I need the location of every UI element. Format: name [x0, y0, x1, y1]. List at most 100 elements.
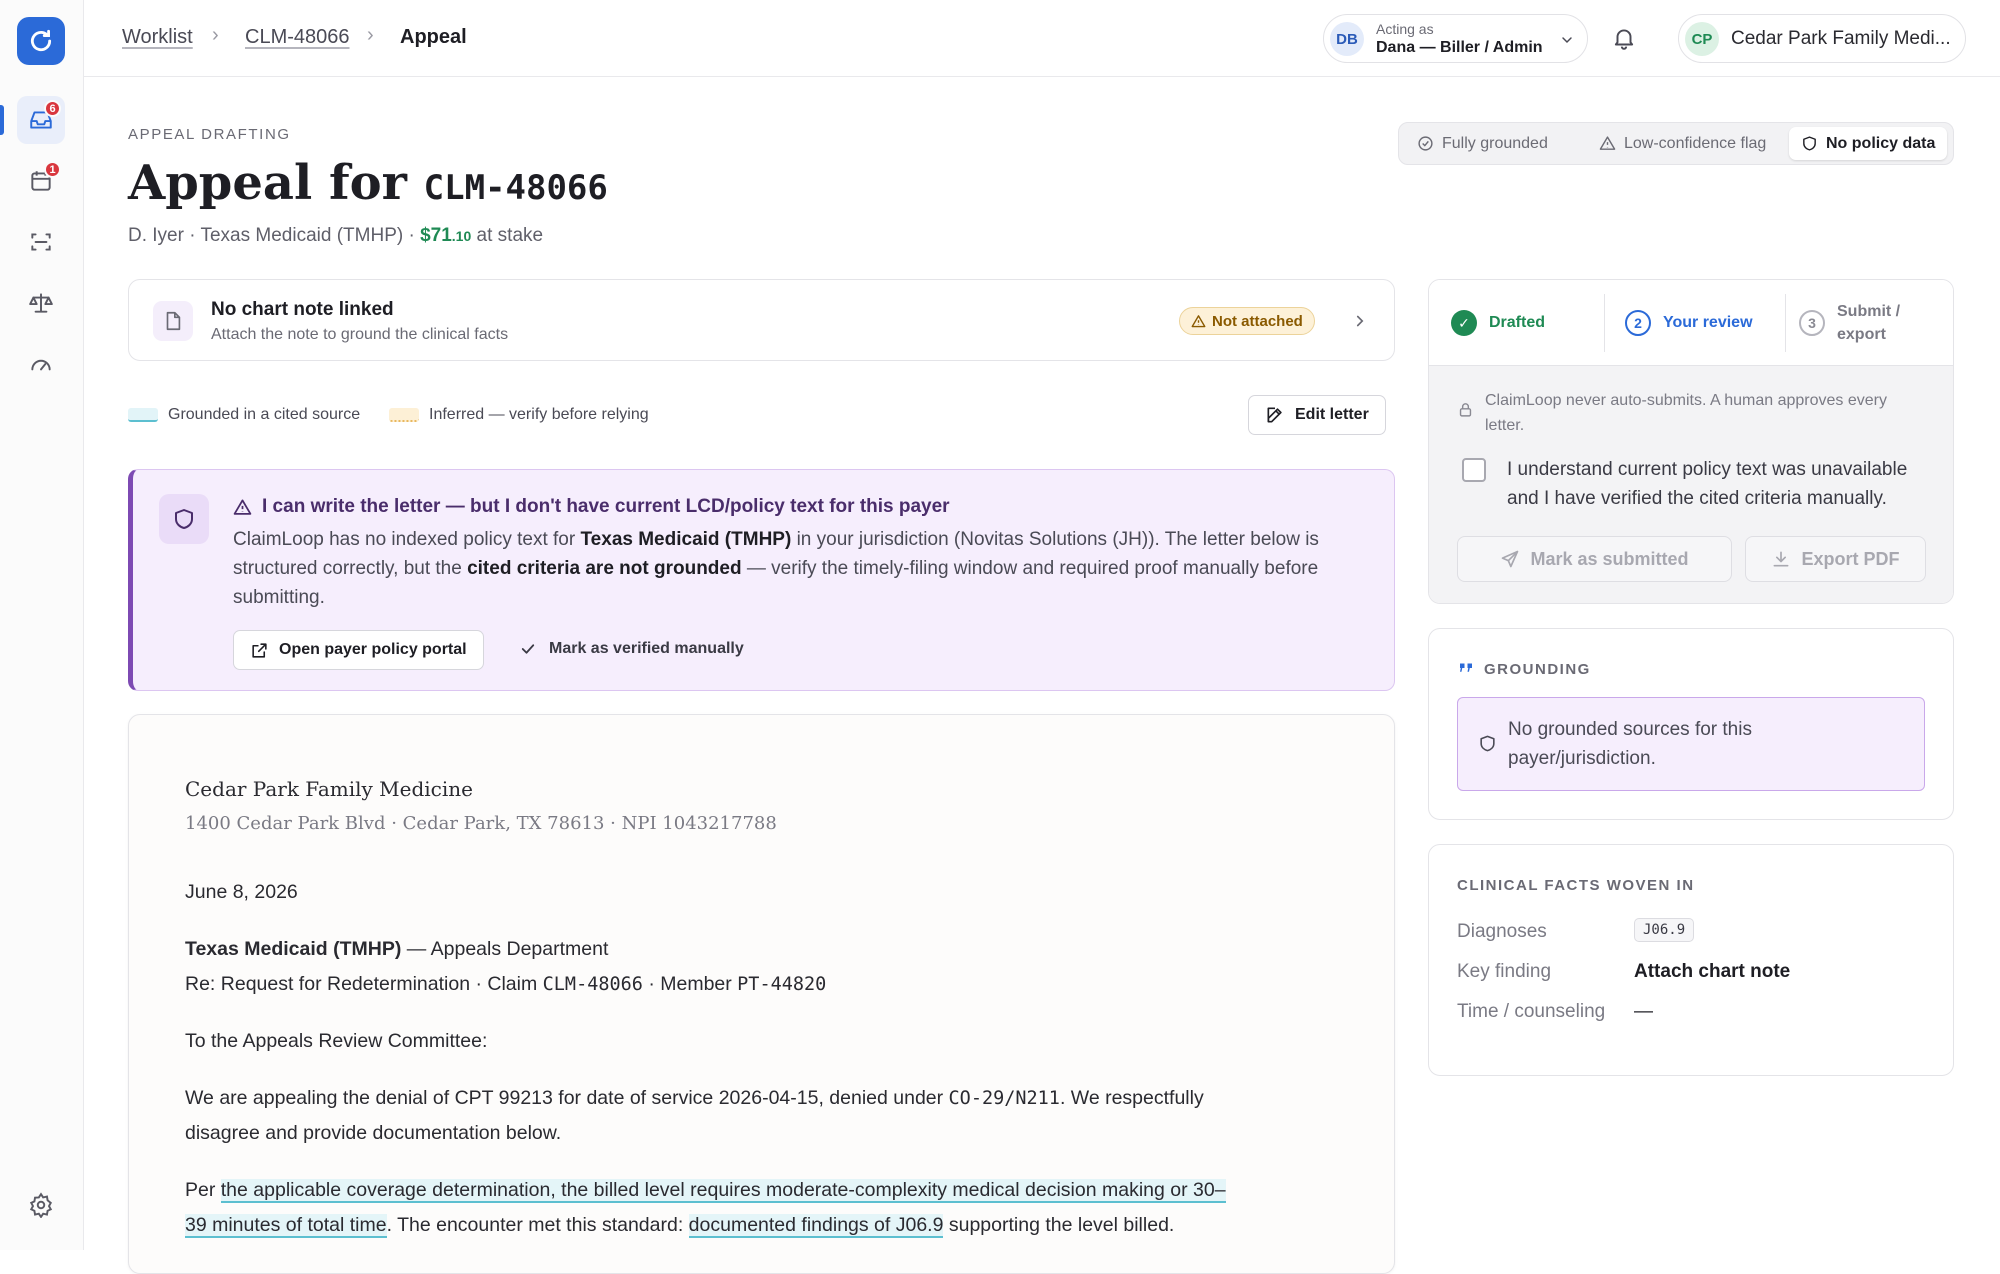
external-link-icon [252, 642, 267, 658]
scale-icon [29, 293, 53, 313]
step-divider [1604, 294, 1605, 352]
fact-value-time: — [1634, 1001, 1653, 1022]
alert-body-emphasis: cited criteria are not grounded [467, 558, 742, 579]
acting-as-user: Dana — Biller / Admin [1376, 39, 1543, 56]
legend-inferred: Inferred — verify before relying [389, 406, 649, 424]
org-switcher[interactable]: CP Cedar Park Family Medi... [1678, 14, 1966, 63]
chart-note-card[interactable]: No chart note linked Attach the note to … [128, 279, 1395, 361]
document-icon [166, 311, 181, 331]
chart-note-title: No chart note linked [211, 299, 394, 320]
org-avatar: CP [1685, 22, 1719, 56]
no-sources-line: No grounded sources for this [1508, 719, 1752, 740]
page-eyebrow: APPEAL DRAFTING [128, 126, 291, 143]
breadcrumb-worklist[interactable]: Worklist [122, 26, 193, 49]
letter-text: . The encounter met this standard: [386, 1214, 689, 1236]
page-title-prefix: Appeal for [128, 155, 407, 211]
inbox-count-badge: 6 [44, 100, 61, 117]
letter-re-claim: CLM-48066 [542, 974, 643, 995]
letter-payer-dept: — Appeals Department [401, 938, 609, 960]
open-policy-portal-button[interactable]: Open payer policy portal [233, 630, 484, 670]
step-submit-number: 3 [1799, 310, 1825, 336]
breadcrumb-claim[interactable]: CLM-48066 [245, 26, 350, 49]
nav-scan[interactable] [17, 218, 65, 266]
step-review-number: 2 [1625, 310, 1651, 336]
letter-re-prefix: Re: Request for Redetermination · Claim [185, 973, 543, 995]
org-name: Cedar Park Family Medi... [1731, 28, 1951, 49]
step-submit-label: Submit / export [1837, 300, 1900, 346]
checkbox-line: and I have verified the cited criteria m… [1507, 488, 1887, 509]
letter-text: We are appealing the denial of CPT 99213… [185, 1087, 949, 1109]
nav-calendar[interactable]: 1 [17, 157, 65, 205]
step-divider [1785, 294, 1786, 352]
amount-at-stake: $71.10 [420, 225, 471, 246]
subtitle-provider-payer: D. Iyer · Texas Medicaid (TMHP) · [128, 225, 415, 246]
document-icon-wrap [153, 301, 193, 341]
letter-practice-name: Cedar Park Family Medicine [185, 777, 473, 801]
edit-letter-button[interactable]: Edit letter [1248, 395, 1386, 435]
letter-text: Per [185, 1179, 221, 1201]
checkbox-line: I understand current policy text was una… [1507, 459, 1908, 480]
mode-low-confidence-label: Low-confidence flag [1624, 134, 1767, 152]
grounded-citation[interactable]: the applicable coverage determination, t… [220, 1179, 1226, 1203]
sidebar: 6 1 [0, 0, 84, 1250]
nav-active-indicator [0, 105, 4, 135]
fact-key-finding: Key finding [1457, 961, 1552, 982]
fact-key-diagnoses: Diagnoses [1457, 921, 1547, 942]
letter-recipient: Texas Medicaid (TMHP) — Appeals Departme… [185, 938, 608, 961]
nav-settings[interactable] [17, 1181, 65, 1229]
diagnosis-chip: J06.9 [1634, 918, 1695, 942]
page-title-claim: CLM-48066 [423, 168, 608, 208]
mark-as-submitted-button[interactable]: Mark as submitted [1457, 536, 1732, 582]
calendar-count-badge: 1 [44, 161, 61, 178]
breadcrumb-current: Appeal [400, 26, 467, 48]
open-policy-portal-label: Open payer policy portal [279, 641, 467, 658]
amount-whole: $71 [420, 225, 452, 246]
policy-ack-checkbox[interactable] [1462, 458, 1486, 482]
nav-inbox[interactable]: 6 [17, 96, 65, 144]
policy-ack-label[interactable]: I understand current policy text was una… [1507, 455, 1907, 513]
export-pdf-button[interactable]: Export PDF [1745, 536, 1926, 582]
check-circle-icon [1418, 136, 1433, 151]
page-subtitle: D. Iyer · Texas Medicaid (TMHP) · $71.10… [128, 225, 543, 247]
nav-dashboard[interactable] [17, 340, 65, 388]
notifications-button[interactable] [1611, 25, 1637, 56]
step-drafted-check: ✓ [1451, 310, 1477, 336]
send-icon [1502, 550, 1519, 568]
mark-verified-label: Mark as verified manually [549, 640, 744, 657]
step-submit-export[interactable]: 3 Submit / export [1799, 280, 1900, 366]
mode-no-policy-data[interactable]: No policy data [1789, 127, 1948, 160]
app-logo[interactable] [17, 17, 65, 65]
bell-icon [1614, 29, 1634, 50]
letter-salutation: To the Appeals Review Committee: [185, 1030, 488, 1052]
appeal-letter: Cedar Park Family Medicine 1400 Cedar Pa… [128, 714, 1395, 1274]
scan-icon [31, 233, 51, 251]
subtitle-suffix: at stake [476, 225, 544, 246]
step-your-review[interactable]: 2 Your review [1625, 280, 1753, 366]
legend-inferred-label: Inferred — verify before relying [429, 406, 649, 423]
mark-verified-button[interactable]: Mark as verified manually [519, 640, 744, 658]
legend-grounded-label: Grounded in a cited source [168, 406, 361, 423]
acting-as-switcher[interactable]: DB Acting as Dana — Biller / Admin [1323, 14, 1588, 63]
grounding-section-label: GROUNDING [1484, 661, 1591, 678]
review-steps-card: ✓ Drafted 2 Your review 3 Submit / export… [1428, 279, 1954, 604]
gear-icon [29, 1192, 53, 1218]
refresh-logo-icon [30, 29, 52, 52]
alert-body-part: ClaimLoop has no indexed policy text for [233, 529, 581, 550]
edit-letter-label: Edit letter [1295, 406, 1369, 423]
attach-chart-note-link[interactable]: Attach chart note [1634, 961, 1790, 983]
review-panel: ClaimLoop never auto-submits. A human ap… [1429, 366, 1953, 603]
step-drafted-label: Drafted [1489, 314, 1546, 331]
grounded-citation[interactable]: documented findings of J06.9 [688, 1214, 944, 1238]
letter-text: . We respectfully [1059, 1087, 1204, 1109]
fact-value-diagnoses: J06.9 [1634, 918, 1695, 942]
no-policy-alert: I can write the letter — but I don't hav… [128, 469, 1395, 691]
mode-low-confidence[interactable]: Low-confidence flag [1587, 127, 1778, 160]
grounded-citation[interactable]: 39 minutes of total time [185, 1214, 387, 1238]
page-title: Appeal for CLM-48066 [128, 155, 608, 211]
step-review-label: Your review [1663, 314, 1753, 331]
edit-icon [1267, 407, 1282, 423]
nav-compliance[interactable] [17, 279, 65, 327]
mode-fully-grounded[interactable]: Fully grounded [1405, 127, 1560, 160]
letter-practice-address: 1400 Cedar Park Blvd · Cedar Park, TX 78… [185, 813, 777, 834]
letter-payer: Texas Medicaid (TMHP) [185, 938, 402, 960]
